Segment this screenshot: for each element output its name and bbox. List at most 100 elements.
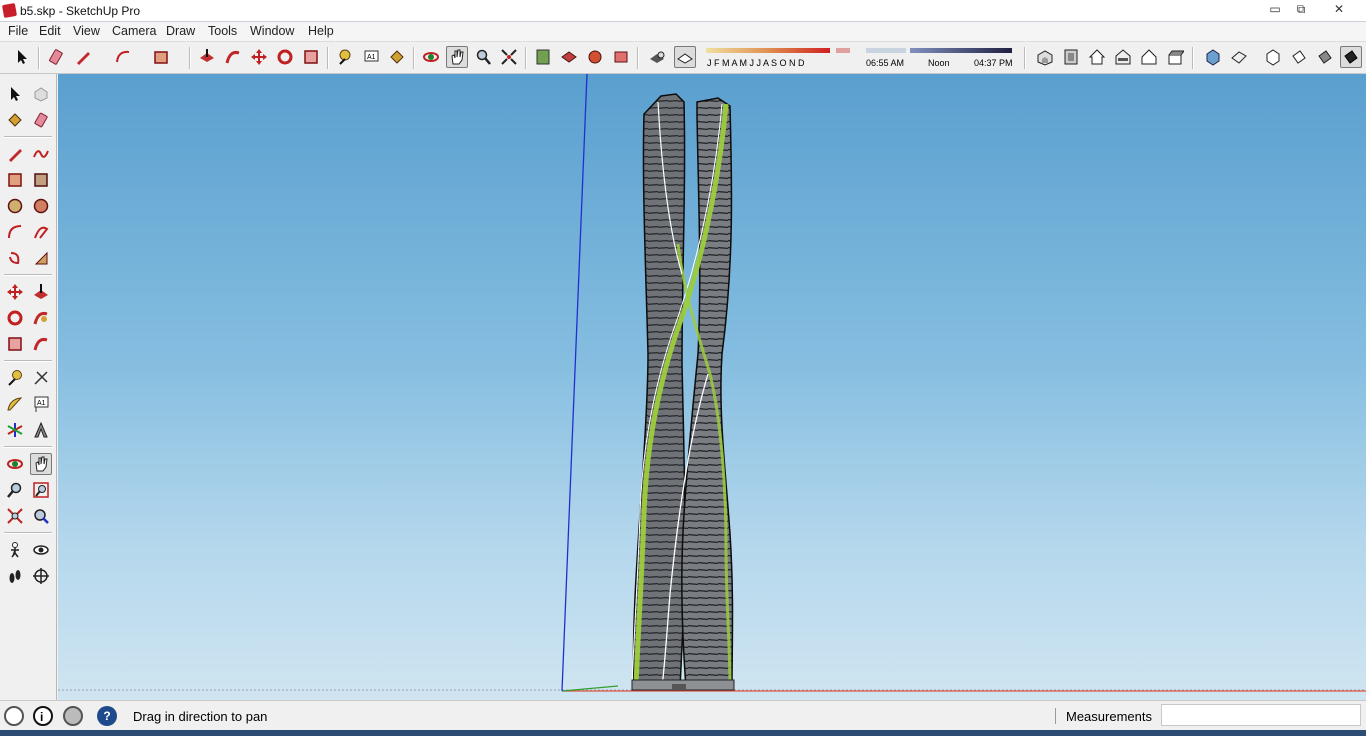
previous-view-icon[interactable] bbox=[30, 505, 52, 527]
components-icon[interactable] bbox=[584, 46, 606, 68]
3d-text-icon[interactable] bbox=[30, 419, 52, 441]
select-icon[interactable] bbox=[4, 83, 26, 105]
large-tool-set: A1 bbox=[0, 74, 57, 700]
circle-icon[interactable] bbox=[4, 195, 26, 217]
model-canvas[interactable] bbox=[58, 74, 1366, 700]
front-view-icon[interactable] bbox=[1086, 46, 1108, 68]
pie-icon[interactable] bbox=[4, 247, 26, 269]
tower-right bbox=[681, 97, 734, 689]
eraser-icon[interactable] bbox=[46, 46, 68, 68]
axes-icon[interactable] bbox=[4, 419, 26, 441]
text-icon[interactable]: A1 bbox=[30, 393, 52, 415]
rotate-icon[interactable] bbox=[4, 307, 26, 329]
menu-view[interactable]: View bbox=[73, 24, 100, 38]
date-slider[interactable] bbox=[706, 48, 830, 53]
arc-icon[interactable] bbox=[112, 46, 134, 68]
dimension-icon[interactable] bbox=[30, 367, 52, 389]
menu-help[interactable]: Help bbox=[308, 24, 334, 38]
time-slider[interactable] bbox=[910, 48, 1012, 53]
move-icon[interactable] bbox=[4, 281, 26, 303]
geo-location-status-icon[interactable] bbox=[4, 706, 24, 726]
left-view-icon[interactable] bbox=[1164, 46, 1186, 68]
x-ray-style-icon[interactable] bbox=[1340, 46, 1362, 68]
freehand-icon[interactable] bbox=[30, 143, 52, 165]
zoom-extents-icon[interactable] bbox=[4, 505, 26, 527]
top-view-icon[interactable] bbox=[1060, 46, 1082, 68]
iso-view-icon[interactable] bbox=[1034, 46, 1056, 68]
look-around-icon[interactable] bbox=[30, 539, 52, 561]
model-viewport[interactable] bbox=[58, 74, 1366, 700]
shaded-icon[interactable] bbox=[1262, 46, 1284, 68]
shaded-textures-icon[interactable] bbox=[1288, 46, 1310, 68]
menu-window[interactable]: Window bbox=[250, 24, 294, 38]
zoom-extents-icon[interactable] bbox=[498, 46, 520, 68]
title-bar: b5.skp - SketchUp Pro ▭ ⧉ ✕ bbox=[0, 0, 1366, 22]
select-icon[interactable] bbox=[11, 46, 33, 68]
month-labels: J F M A M J J A S O N D bbox=[707, 58, 805, 68]
follow-me-icon[interactable] bbox=[222, 46, 244, 68]
user-account-icon[interactable] bbox=[63, 706, 83, 726]
help-icon[interactable]: ? bbox=[97, 706, 117, 726]
menu-camera[interactable]: Camera bbox=[112, 24, 156, 38]
date-slider-handle[interactable] bbox=[836, 48, 850, 53]
text-icon[interactable]: A1 bbox=[360, 46, 382, 68]
menu-draw[interactable]: Draw bbox=[166, 24, 195, 38]
scale-icon[interactable] bbox=[300, 46, 322, 68]
minimize-button[interactable]: ▭ bbox=[1263, 1, 1287, 17]
sketchup-app-icon[interactable] bbox=[1, 2, 18, 19]
zoom-icon[interactable] bbox=[472, 46, 494, 68]
warehouse-icon[interactable] bbox=[558, 46, 580, 68]
tape-measure-icon[interactable] bbox=[334, 46, 356, 68]
back-edges-icon[interactable] bbox=[674, 46, 696, 68]
right-view-icon[interactable] bbox=[1112, 46, 1134, 68]
menu-edit[interactable]: Edit bbox=[39, 24, 61, 38]
back-view-icon[interactable] bbox=[1138, 46, 1160, 68]
arc-icon[interactable] bbox=[4, 221, 26, 243]
pan-icon[interactable] bbox=[446, 46, 468, 68]
push-pull-icon[interactable] bbox=[30, 281, 52, 303]
eraser-icon[interactable] bbox=[30, 109, 52, 131]
push-pull-icon[interactable] bbox=[196, 46, 218, 68]
restore-button[interactable]: ⧉ bbox=[1289, 1, 1313, 17]
pencil-icon[interactable] bbox=[4, 143, 26, 165]
paint-bucket-icon[interactable] bbox=[4, 109, 26, 131]
window-title: b5.skp - SketchUp Pro bbox=[20, 4, 141, 18]
pan-icon[interactable] bbox=[30, 453, 52, 475]
rectangle-icon[interactable] bbox=[150, 46, 172, 68]
follow-me-icon[interactable] bbox=[30, 307, 52, 329]
time-slider-left[interactable] bbox=[866, 48, 906, 53]
polygon-icon[interactable] bbox=[30, 195, 52, 217]
credits-icon[interactable]: i bbox=[33, 706, 53, 726]
zoom-window-icon[interactable] bbox=[30, 479, 52, 501]
rotated-rectangle-icon[interactable] bbox=[30, 169, 52, 191]
rotate-icon[interactable] bbox=[274, 46, 296, 68]
scale-icon[interactable] bbox=[4, 333, 26, 355]
wireframe-icon[interactable] bbox=[1202, 46, 1224, 68]
rectangle-icon[interactable] bbox=[4, 169, 26, 191]
paint-bucket-icon[interactable] bbox=[386, 46, 408, 68]
menu-file[interactable]: File bbox=[8, 24, 28, 38]
section-plane-icon[interactable] bbox=[30, 565, 52, 587]
time-noon-label: Noon bbox=[928, 58, 950, 68]
measurements-input[interactable] bbox=[1161, 704, 1361, 726]
offset-icon[interactable] bbox=[30, 333, 52, 355]
component-icon[interactable] bbox=[30, 83, 52, 105]
orbit-icon[interactable] bbox=[420, 46, 442, 68]
zoom-icon[interactable] bbox=[4, 479, 26, 501]
close-button[interactable]: ✕ bbox=[1327, 1, 1351, 17]
send-to-layout-icon[interactable] bbox=[610, 46, 632, 68]
walk-icon[interactable] bbox=[4, 565, 26, 587]
geo-location-icon[interactable] bbox=[532, 46, 554, 68]
hidden-line-icon[interactable] bbox=[1228, 46, 1250, 68]
protractor-icon[interactable] bbox=[4, 393, 26, 415]
monochrome-icon[interactable] bbox=[1314, 46, 1336, 68]
orbit-icon[interactable] bbox=[4, 453, 26, 475]
move-icon[interactable] bbox=[248, 46, 270, 68]
pencil-icon[interactable] bbox=[72, 46, 94, 68]
tape-measure-icon[interactable] bbox=[4, 367, 26, 389]
menu-tools[interactable]: Tools bbox=[208, 24, 237, 38]
two-point-arc-icon[interactable] bbox=[30, 221, 52, 243]
xray-icon[interactable] bbox=[646, 46, 668, 68]
position-camera-icon[interactable] bbox=[4, 539, 26, 561]
three-point-arc-icon[interactable] bbox=[30, 247, 52, 269]
